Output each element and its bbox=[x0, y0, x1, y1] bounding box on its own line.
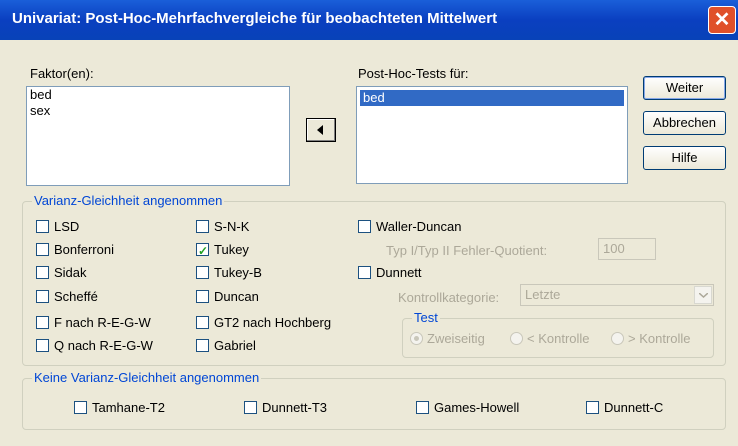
control-category-label: Kontrollkategorie: bbox=[398, 290, 500, 305]
error-ratio-input[interactable]: 100 bbox=[598, 238, 656, 260]
posthoc-item-bed[interactable]: bed bbox=[360, 90, 624, 106]
chevron-down-icon[interactable] bbox=[694, 286, 712, 304]
checkbox-f-regw[interactable]: F nach R-E-G-W bbox=[36, 314, 151, 332]
control-category-value: Letzte bbox=[525, 287, 561, 302]
checkbox-scheffe[interactable]: Scheffé bbox=[36, 288, 98, 306]
checkbox-duncan[interactable]: Duncan bbox=[196, 288, 259, 306]
close-button[interactable]: ✕ bbox=[708, 6, 736, 34]
factors-label: Faktor(en): bbox=[30, 66, 94, 81]
checkbox-label: Scheffé bbox=[54, 289, 98, 304]
checkbox-label: S-N-K bbox=[214, 219, 250, 234]
checkbox-label: Dunnett-C bbox=[604, 400, 664, 415]
checkbox-label: Dunnett-T3 bbox=[262, 400, 328, 415]
weiter-button[interactable]: Weiter bbox=[643, 76, 726, 100]
checkbox-box[interactable]: ✓ bbox=[196, 243, 209, 258]
checkbox-tukey-b[interactable]: Tukey-B bbox=[196, 264, 262, 282]
checkbox-label: Games-Howell bbox=[434, 400, 520, 415]
posthoc-listbox[interactable]: bed bbox=[356, 86, 628, 184]
checkbox-box[interactable] bbox=[36, 316, 49, 329]
checkbox-box[interactable] bbox=[358, 220, 371, 233]
checkbox-sidak[interactable]: Sidak bbox=[36, 264, 87, 282]
title-bar: Univariat: Post-Hoc-Mehrfachvergleiche f… bbox=[0, 0, 738, 40]
checkbox-box[interactable] bbox=[36, 220, 49, 233]
checkbox-label: F nach R-E-G-W bbox=[54, 315, 151, 330]
posthoc-label: Post-Hoc-Tests für: bbox=[358, 66, 469, 81]
checkmark-icon: ✓ bbox=[198, 244, 209, 258]
checkbox-dunnett-c[interactable]: Dunnett-C bbox=[586, 399, 663, 417]
checkbox-dunnett[interactable]: Dunnett bbox=[358, 264, 422, 282]
checkbox-label: Tukey-B bbox=[214, 265, 262, 280]
checkbox-lsd[interactable]: LSD bbox=[36, 218, 79, 236]
checkbox-box[interactable] bbox=[358, 266, 371, 279]
checkbox-box[interactable] bbox=[416, 401, 429, 414]
unequal-variance-legend: Keine Varianz-Gleichheit angenommen bbox=[32, 370, 262, 385]
checkbox-label: Sidak bbox=[54, 265, 87, 280]
checkbox-box[interactable] bbox=[196, 316, 209, 329]
test-legend: Test bbox=[412, 310, 440, 325]
error-ratio-label: Typ I/Typ II Fehler-Quotient: bbox=[386, 243, 548, 258]
move-left-button[interactable] bbox=[306, 118, 336, 142]
checkbox-label: Q nach R-E-G-W bbox=[54, 338, 153, 353]
radio-button[interactable] bbox=[410, 332, 423, 345]
checkbox-box[interactable] bbox=[36, 290, 49, 303]
radio-zweiseitig[interactable]: Zweiseitig bbox=[410, 330, 485, 348]
checkbox-label: Tamhane-T2 bbox=[92, 400, 165, 415]
checkbox-box[interactable] bbox=[244, 401, 257, 414]
checkbox-gt2-hochberg[interactable]: GT2 nach Hochberg bbox=[196, 314, 331, 332]
checkbox-box[interactable] bbox=[36, 266, 49, 279]
checkbox-tukey[interactable]: ✓ Tukey bbox=[196, 241, 249, 259]
factor-item-sex[interactable]: sex bbox=[27, 103, 289, 119]
checkbox-dunnett-t3[interactable]: Dunnett-T3 bbox=[244, 399, 327, 417]
checkbox-box[interactable] bbox=[196, 220, 209, 233]
checkbox-box[interactable] bbox=[196, 339, 209, 352]
checkbox-box[interactable] bbox=[196, 290, 209, 303]
checkbox-box[interactable] bbox=[36, 339, 49, 352]
checkbox-label: Tukey bbox=[214, 242, 249, 257]
checkbox-q-regw[interactable]: Q nach R-E-G-W bbox=[36, 337, 153, 355]
factors-listbox[interactable]: bed sex bbox=[26, 86, 290, 186]
checkbox-label: Waller-Duncan bbox=[376, 219, 462, 234]
checkbox-box[interactable] bbox=[74, 401, 87, 414]
radio-label: < Kontrolle bbox=[527, 331, 590, 346]
radio-less-control[interactable]: < Kontrolle bbox=[510, 330, 590, 348]
checkbox-box[interactable] bbox=[586, 401, 599, 414]
checkbox-waller-duncan[interactable]: Waller-Duncan bbox=[358, 218, 462, 236]
window-title: Univariat: Post-Hoc-Mehrfachvergleiche f… bbox=[12, 10, 498, 27]
equal-variance-legend: Varianz-Gleichheit angenommen bbox=[32, 193, 225, 208]
checkbox-games-howell[interactable]: Games-Howell bbox=[416, 399, 519, 417]
abbrechen-button[interactable]: Abbrechen bbox=[643, 111, 726, 135]
checkbox-label: Gabriel bbox=[214, 338, 256, 353]
radio-greater-control[interactable]: > Kontrolle bbox=[611, 330, 691, 348]
checkbox-gabriel[interactable]: Gabriel bbox=[196, 337, 256, 355]
checkbox-tamhane-t2[interactable]: Tamhane-T2 bbox=[74, 399, 165, 417]
checkbox-label: Dunnett bbox=[376, 265, 422, 280]
checkbox-snk[interactable]: S-N-K bbox=[196, 218, 249, 236]
radio-button[interactable] bbox=[510, 332, 523, 345]
radio-label: > Kontrolle bbox=[628, 331, 691, 346]
control-category-select[interactable]: Letzte bbox=[520, 284, 714, 306]
radio-label: Zweiseitig bbox=[427, 331, 485, 346]
hilfe-button[interactable]: Hilfe bbox=[643, 146, 726, 170]
radio-button[interactable] bbox=[611, 332, 624, 345]
checkbox-label: GT2 nach Hochberg bbox=[214, 315, 332, 330]
checkbox-box[interactable] bbox=[196, 266, 209, 279]
checkbox-label: Bonferroni bbox=[54, 242, 114, 257]
factor-item-bed[interactable]: bed bbox=[27, 87, 289, 103]
checkbox-box[interactable] bbox=[36, 243, 49, 256]
checkbox-label: LSD bbox=[54, 219, 80, 234]
arrow-left-icon bbox=[317, 125, 323, 135]
checkbox-bonferroni[interactable]: Bonferroni bbox=[36, 241, 114, 259]
checkbox-label: Duncan bbox=[214, 289, 259, 304]
